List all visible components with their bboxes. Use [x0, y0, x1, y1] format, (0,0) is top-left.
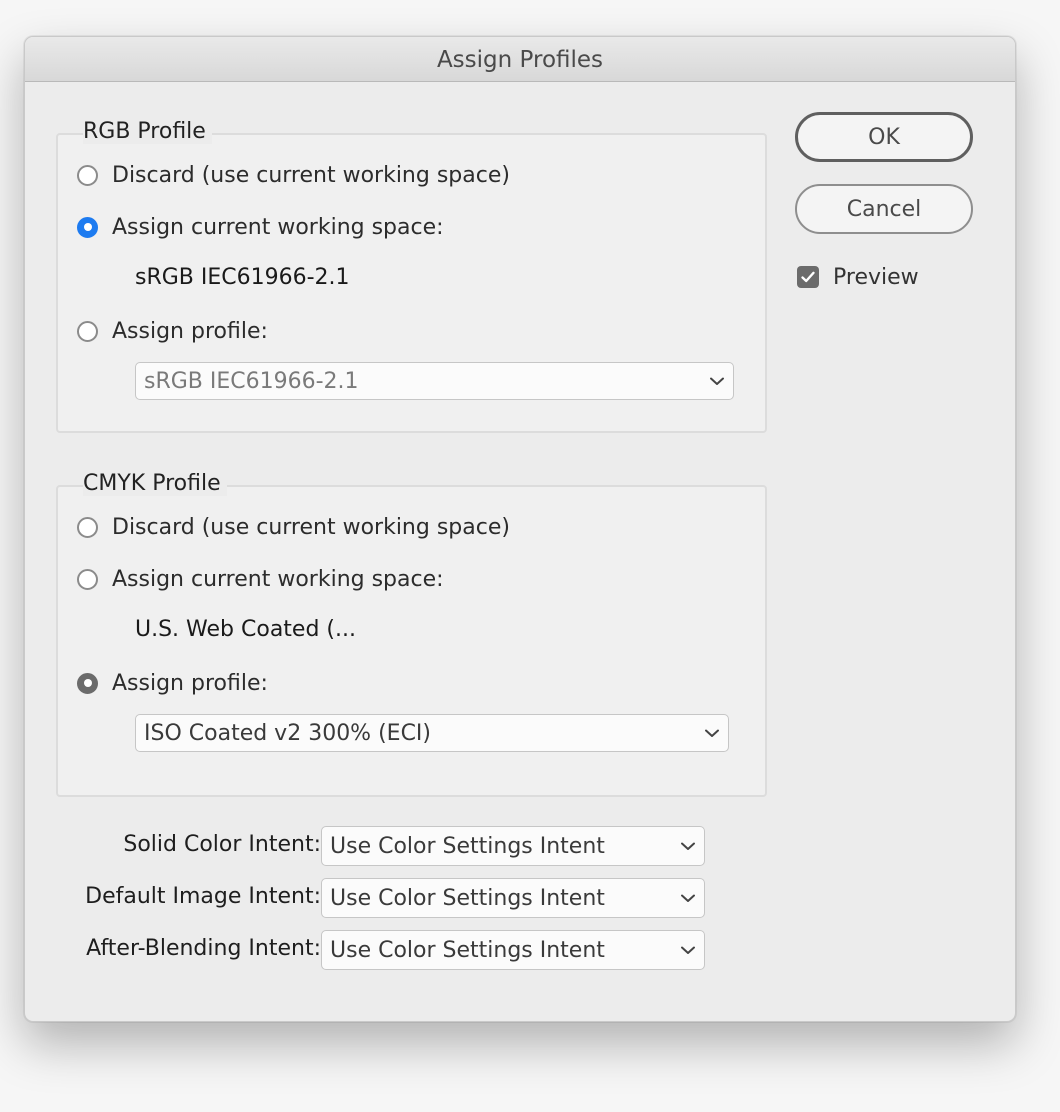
- cmyk-profile-select-value: ISO Coated v2 300% (ECI): [144, 720, 431, 746]
- after-blending-intent-label: After-Blending Intent:: [86, 936, 321, 961]
- rgb-assign-current-label: Assign current working space:: [112, 214, 444, 240]
- cmyk-assign-profile-radio[interactable]: [77, 672, 98, 694]
- chevron-down-icon: [672, 931, 704, 969]
- dialog-title: Assign Profiles: [436, 47, 604, 73]
- cmyk-assign-current-label: Assign current working space:: [112, 566, 444, 592]
- cmyk-group-label: CMYK Profile: [83, 471, 227, 496]
- title-bar: Assign Profiles: [25, 37, 1015, 82]
- preview-checkbox[interactable]: [797, 266, 819, 288]
- chevron-down-icon: [672, 879, 704, 917]
- chevron-down-icon: [696, 714, 728, 752]
- preview-label: Preview: [833, 264, 919, 290]
- solid-color-intent-select[interactable]: Use Color Settings Intent: [321, 826, 705, 866]
- solid-color-intent-label: Solid Color Intent:: [123, 832, 321, 857]
- cmyk-assign-current-option[interactable]: Assign current working space:: [77, 565, 444, 593]
- cmyk-assign-current-radio[interactable]: [77, 568, 98, 590]
- default-image-intent-label: Default Image Intent:: [85, 884, 321, 909]
- ok-button[interactable]: OK: [795, 112, 973, 162]
- rgb-group-label: RGB Profile: [83, 119, 212, 144]
- cmyk-current-space: U.S. Web Coated (...: [135, 617, 356, 642]
- rgb-profile-select-value: sRGB IEC61966-2.1: [144, 368, 359, 394]
- default-image-intent-row: Default Image Intent:: [25, 878, 321, 918]
- chevron-down-icon: [672, 827, 704, 865]
- after-blending-intent-select[interactable]: Use Color Settings Intent: [321, 930, 705, 970]
- rgb-assign-profile-option[interactable]: Assign profile:: [77, 317, 268, 345]
- cmyk-assign-profile-option[interactable]: Assign profile:: [77, 669, 268, 697]
- rgb-assign-profile-radio[interactable]: [77, 320, 98, 342]
- cmyk-assign-profile-label: Assign profile:: [112, 670, 268, 696]
- rgb-assign-current-radio[interactable]: [77, 216, 98, 238]
- assign-profiles-dialog: Assign Profiles RGB Profile Discard (use…: [24, 36, 1016, 1022]
- preview-checkbox-row[interactable]: Preview: [797, 263, 919, 291]
- rgb-discard-label: Discard (use current working space): [112, 162, 510, 188]
- after-blending-intent-row: After-Blending Intent:: [25, 930, 321, 970]
- solid-color-intent-row: Solid Color Intent:: [25, 826, 321, 866]
- rgb-assign-profile-label: Assign profile:: [112, 318, 268, 344]
- cmyk-discard-option[interactable]: Discard (use current working space): [77, 513, 510, 541]
- cmyk-profile-select[interactable]: ISO Coated v2 300% (ECI): [135, 714, 729, 752]
- checkmark-icon: [801, 271, 815, 283]
- chevron-down-icon: [701, 362, 733, 400]
- solid-color-intent-value: Use Color Settings Intent: [330, 833, 605, 859]
- default-image-intent-value: Use Color Settings Intent: [330, 885, 605, 911]
- rgb-assign-current-option[interactable]: Assign current working space:: [77, 213, 444, 241]
- rgb-discard-option[interactable]: Discard (use current working space): [77, 161, 510, 189]
- cancel-button[interactable]: Cancel: [795, 184, 973, 234]
- rgb-discard-radio[interactable]: [77, 164, 98, 186]
- default-image-intent-select[interactable]: Use Color Settings Intent: [321, 878, 705, 918]
- cmyk-discard-label: Discard (use current working space): [112, 514, 510, 540]
- rgb-current-space: sRGB IEC61966-2.1: [135, 265, 350, 290]
- rgb-profile-select[interactable]: sRGB IEC61966-2.1: [135, 362, 734, 400]
- cmyk-discard-radio[interactable]: [77, 516, 98, 538]
- after-blending-intent-value: Use Color Settings Intent: [330, 937, 605, 963]
